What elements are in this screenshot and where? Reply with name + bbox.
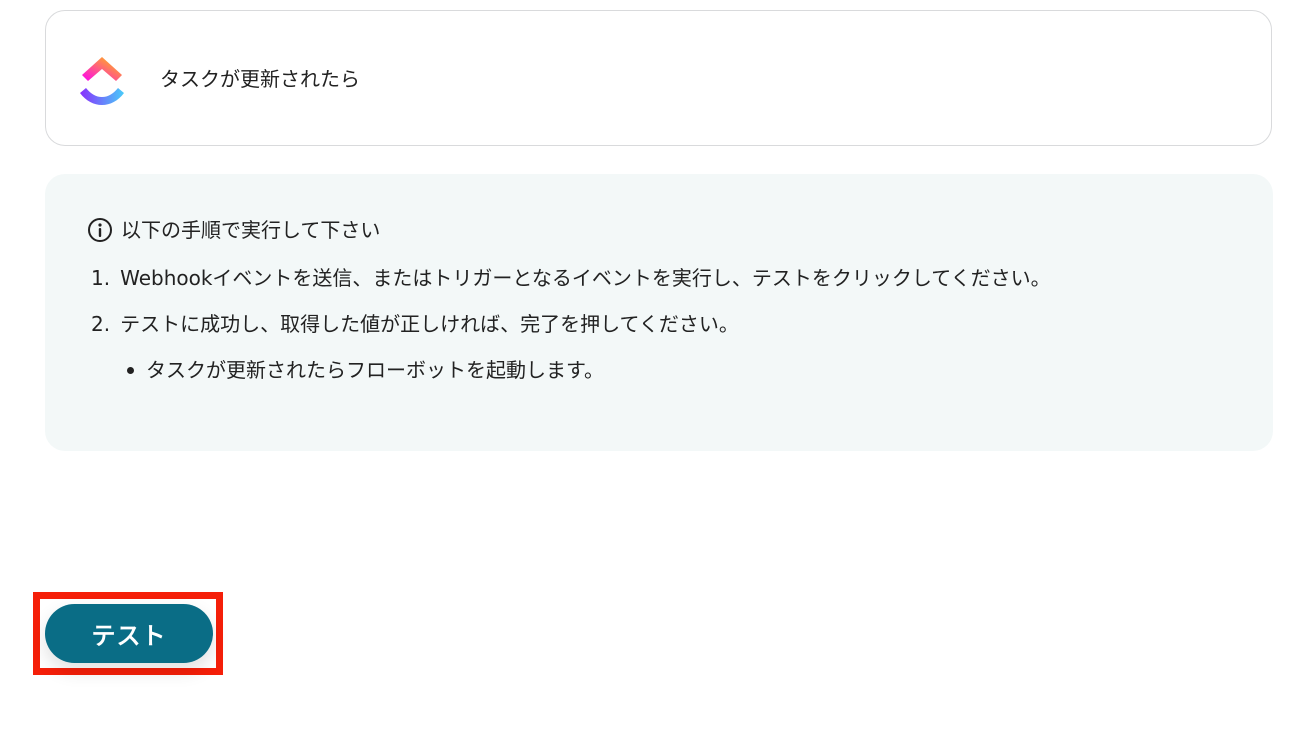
step-number: 1.	[91, 266, 111, 290]
sub-item-text: タスクが更新されたらフローボットを起動します。	[146, 358, 604, 382]
trigger-card[interactable]: タスクが更新されたら	[45, 10, 1272, 146]
page: タスクが更新されたら 以下の手順で実行して下さい 1. Webhookイベントを…	[0, 0, 1304, 740]
instruction-step: 2. テストに成功し、取得した値が正しければ、完了を押してください。	[91, 311, 739, 337]
bullet-icon	[127, 366, 134, 374]
instructions-heading-text: 以下の手順で実行して下さい	[121, 218, 381, 242]
instruction-sub-item: タスクが更新されたらフローボットを起動します。	[127, 357, 604, 383]
info-icon	[88, 218, 112, 242]
test-button[interactable]: テスト	[45, 604, 213, 663]
instructions-heading: 以下の手順で実行して下さい	[87, 217, 380, 243]
step-text: Webhookイベントを送信、またはトリガーとなるイベントを実行し、テストをクリ…	[120, 266, 1051, 290]
trigger-title: タスクが更新されたら	[160, 67, 360, 91]
instructions-panel: 以下の手順で実行して下さい 1. Webhookイベントを送信、またはトリガーと…	[45, 174, 1273, 451]
step-number: 2.	[91, 312, 111, 336]
clickup-logo-icon	[80, 57, 124, 105]
step-text: テストに成功し、取得した値が正しければ、完了を押してください。	[120, 312, 739, 336]
instruction-step: 1. Webhookイベントを送信、またはトリガーとなるイベントを実行し、テスト…	[91, 265, 1051, 291]
